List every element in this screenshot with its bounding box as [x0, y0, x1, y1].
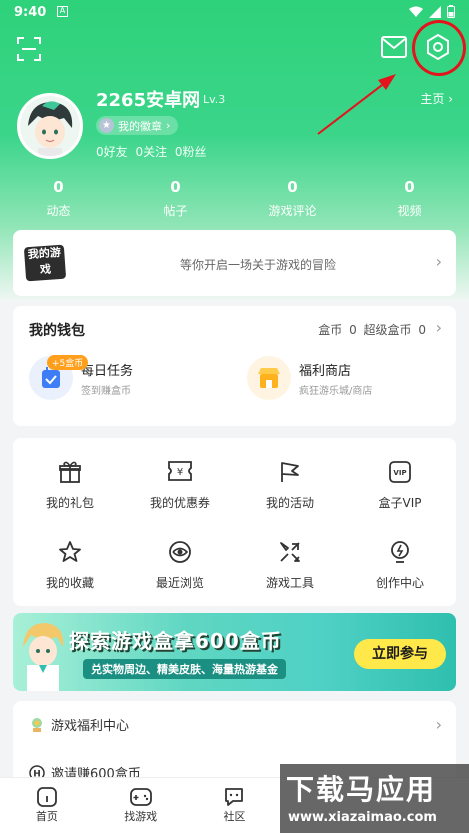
- home-icon: [36, 787, 57, 807]
- banner-character-icon: [23, 623, 64, 691]
- username: 2265安卓网: [96, 90, 201, 111]
- grid-label: 我的收藏: [45, 576, 94, 590]
- grid-item-favorites[interactable]: 我的收藏: [15, 540, 125, 591]
- banner-subtitle: 兑实物周边、精美皮肤、海量热游基金: [83, 659, 286, 679]
- coupon-icon: ¥: [168, 461, 192, 481]
- tab-label: 社区: [223, 810, 246, 823]
- grid-item-activities[interactable]: 我的活动: [235, 460, 345, 511]
- banner-title: 探索游戏盒拿600盒币: [69, 629, 282, 653]
- homepage-link-label: 主页: [420, 92, 445, 106]
- grid-label: 最近浏览: [155, 576, 204, 590]
- tab-home[interactable]: 首页: [0, 778, 94, 833]
- stat-label: 动态: [46, 204, 71, 218]
- stat-threads[interactable]: 0 帖子: [117, 178, 234, 219]
- gift-icon: [59, 461, 81, 483]
- wallet-title: 我的钱包: [29, 323, 85, 339]
- grid-item-creator[interactable]: 创作中心: [345, 540, 455, 591]
- bulb-icon: [391, 541, 409, 563]
- welfare-center-icon: [32, 717, 42, 732]
- stat-label: 视频: [397, 204, 422, 218]
- chevron-right-icon: ›: [435, 715, 442, 734]
- grid-item-coupons[interactable]: ¥ 我的优惠券: [125, 460, 235, 511]
- stat-label: 帖子: [163, 204, 188, 218]
- shop-icon: [247, 356, 291, 400]
- grid-item-tools[interactable]: 游戏工具: [235, 540, 345, 591]
- grid-item-history[interactable]: 最近浏览: [125, 540, 235, 591]
- feature-grid: 我的礼包 ¥ 我的优惠券 我的活动 VIP 盒子VIP 我的收藏 最近浏览 游戏…: [13, 438, 456, 606]
- stat-videos[interactable]: 0 视频: [351, 178, 468, 219]
- star-icon: [59, 541, 81, 562]
- tab-label: 找游戏: [124, 810, 158, 823]
- user-level: Lv.3: [203, 93, 226, 106]
- shop-sub: 疯狂游乐城/商店: [299, 385, 373, 397]
- profile-stats: 0 动态 0 帖子 0 游戏评论 0 视频: [0, 178, 469, 219]
- grid-label: 我的活动: [265, 496, 314, 510]
- stat-posts-feed[interactable]: 0 动态: [0, 178, 117, 219]
- badge-button[interactable]: ★ 我的徽章 ›: [96, 116, 179, 135]
- watermark: 下载马应用 www.xiazaimao.com: [280, 764, 469, 833]
- grid-item-gifts[interactable]: 我的礼包: [15, 460, 125, 511]
- chevron-right-icon: ›: [435, 318, 442, 337]
- grid-label: 创作中心: [375, 576, 424, 590]
- wallet-coins[interactable]: 盒币 0 超级盒币 0: [318, 321, 426, 338]
- grid-label: 我的优惠券: [149, 496, 210, 510]
- stat-value: 0: [53, 178, 64, 196]
- grid-item-vip[interactable]: VIP 盒子VIP: [345, 460, 455, 511]
- my-games-card[interactable]: 我的游戏 等你开启一场关于游戏的冒险 ›: [13, 230, 456, 296]
- shop-title: 福利商店: [299, 363, 352, 379]
- stat-value: 0: [287, 178, 298, 196]
- stat-value: 0: [170, 178, 181, 196]
- daily-task-title: 每日任务: [81, 363, 134, 379]
- grid-label: 盒子VIP: [378, 496, 422, 510]
- follow-counts[interactable]: 0好友 0关注 0粉丝: [96, 143, 207, 160]
- chevron-right-icon: ›: [435, 252, 442, 271]
- tab-find-games[interactable]: 找游戏: [94, 778, 188, 833]
- flag-icon: [281, 462, 299, 482]
- chevron-right-icon: ›: [448, 92, 453, 106]
- avatar-character-icon: [20, 96, 80, 156]
- stat-label: 游戏评论: [268, 204, 317, 218]
- tab-label: 首页: [35, 810, 58, 823]
- welfare-shop-button[interactable]: 福利商店 疯狂游乐城/商店: [247, 356, 372, 400]
- watermark-url: www.xiazaimao.com: [288, 810, 437, 825]
- badge-star-icon: ★: [99, 118, 114, 133]
- promo-banner[interactable]: 探索游戏盒拿600盒币 兑实物周边、精美皮肤、海量热游基金 立即参与: [13, 613, 456, 691]
- stat-game-reviews[interactable]: 0 游戏评论: [234, 178, 351, 219]
- grid-label: 我的礼包: [45, 496, 94, 510]
- avatar[interactable]: [17, 93, 83, 159]
- svg-text:VIP: VIP: [393, 469, 406, 477]
- my-games-text: 等你开启一场关于游戏的冒险: [180, 258, 337, 272]
- svg-text:¥: ¥: [177, 467, 183, 478]
- coin-reward-badge: +5盒币: [47, 355, 89, 370]
- chat-icon: [225, 788, 244, 806]
- tools-icon: [280, 542, 300, 562]
- join-now-button[interactable]: 立即参与: [354, 639, 446, 669]
- list-item-label: 游戏福利中心: [51, 719, 130, 734]
- list-item-game-welfare[interactable]: 游戏福利中心: [29, 715, 129, 734]
- gamepad-icon: [129, 788, 152, 806]
- badge-label: 我的徽章: [118, 119, 162, 133]
- chevron-right-icon: ›: [166, 119, 171, 132]
- my-games-logo: 我的游戏: [23, 244, 67, 282]
- grid-label: 游戏工具: [265, 576, 314, 590]
- watermark-title: 下载马应用: [286, 773, 437, 806]
- stat-value: 0: [404, 178, 415, 196]
- vip-icon: VIP: [389, 461, 411, 483]
- tab-community[interactable]: 社区: [188, 778, 282, 833]
- daily-task-sub: 签到赚盒币: [81, 385, 131, 397]
- homepage-link[interactable]: 主页 ›: [420, 90, 453, 107]
- eye-icon: [169, 541, 191, 563]
